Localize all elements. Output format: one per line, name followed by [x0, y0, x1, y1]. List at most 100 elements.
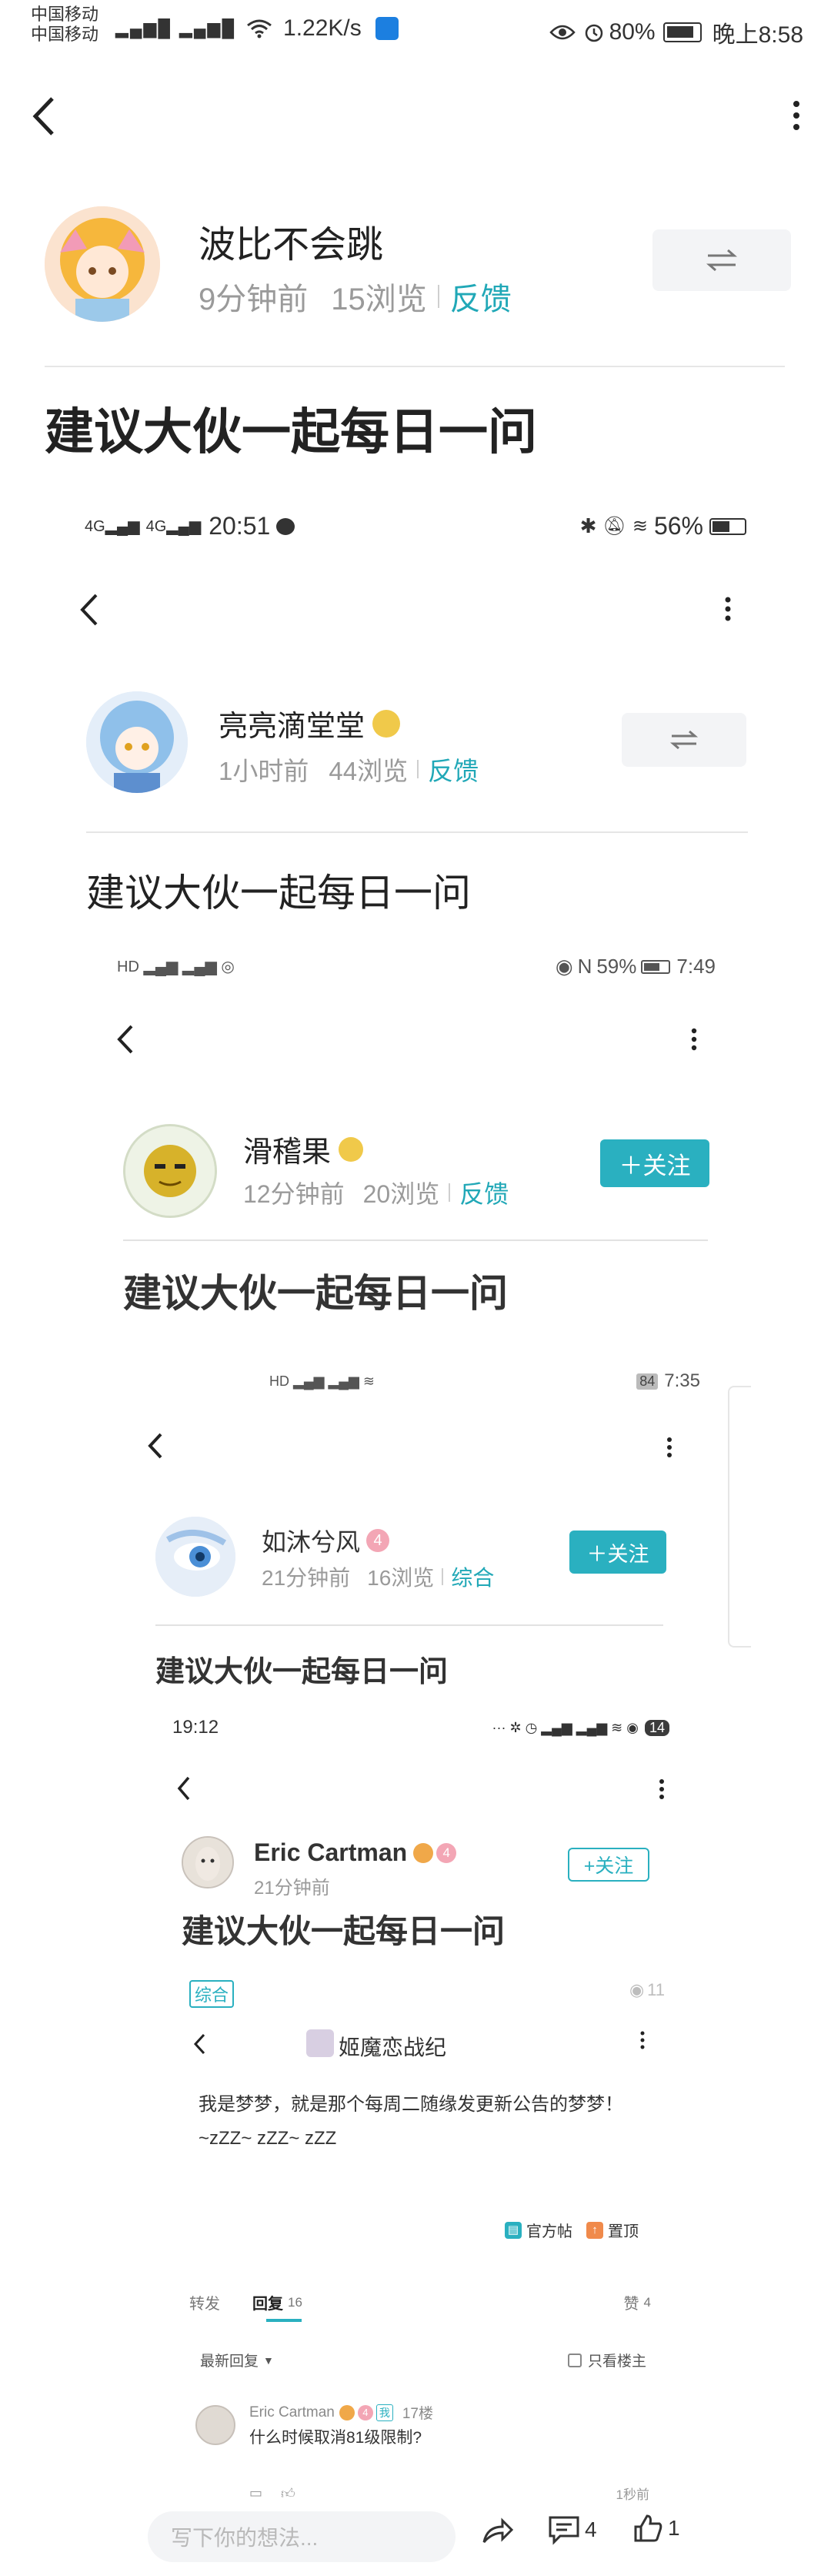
status-icons: ··· ✲ ◷ ▂▄▆ ▂▄▆ ≋ ◉ [492, 1719, 639, 1735]
back-button[interactable] [175, 1775, 192, 1802]
reply-icon[interactable]: ▭ [249, 2485, 262, 2501]
comment-composer: 写下你的想法... 4 1 [0, 2502, 831, 2576]
clock: 晚上8:58 [712, 22, 803, 48]
sort-dropdown[interactable]: 最新回复 ▼ [200, 2350, 274, 2370]
floor-number: 17楼 [402, 2406, 433, 2422]
tabs: 转发 回复 16 赞 4 [189, 2291, 651, 2313]
feedback-link[interactable]: 反馈 [428, 751, 479, 788]
inner-top-bar: 姬魔恋战纪 [177, 2017, 662, 2071]
follow-button[interactable]: +关注 [568, 1848, 649, 1882]
battery-icon [662, 22, 702, 42]
avatar[interactable] [182, 1836, 234, 1889]
time-ago: 21分钟前 [254, 1878, 330, 1899]
carrier-1: 中国移动 [31, 5, 99, 24]
official-icon: ▤ [505, 2221, 522, 2239]
level-badge: 4 [366, 1529, 390, 1552]
swap-icon [669, 730, 699, 750]
follow-button[interactable]: ＋关注 [569, 1531, 666, 1574]
tab-like[interactable]: 赞 4 [624, 2291, 651, 2313]
feedback-link[interactable]: 反馈 [450, 274, 512, 319]
tab-forward[interactable]: 转发 [189, 2291, 220, 2313]
feedback-link[interactable]: 反馈 [459, 1175, 509, 1210]
reply-filter: 最新回复 ▼ 只看楼主 [200, 2350, 646, 2370]
network-info: ▂▄▆█ ▂▄▆█ 1.22K/s [115, 15, 399, 42]
avatar[interactable] [195, 2405, 235, 2445]
category-tag[interactable]: 综合 [189, 1980, 235, 2008]
divider [86, 831, 748, 833]
network-speed: 1.22K/s [283, 15, 362, 41]
more-options-button[interactable] [793, 100, 800, 131]
follow-button[interactable]: ＋关注 [600, 1139, 709, 1187]
back-button[interactable] [31, 95, 57, 137]
author-name-text: Eric Cartman [254, 1838, 408, 1866]
pinned-badge: 置顶 [608, 2223, 639, 2240]
medal-icon [339, 1136, 364, 1162]
clock: 20:51 [209, 512, 271, 540]
tab-reply[interactable]: 回复 16 [252, 2291, 302, 2313]
battery-level: 14 [644, 1719, 669, 1736]
meta-divider [437, 285, 439, 308]
only-op-toggle[interactable]: 只看楼主 [567, 2350, 646, 2370]
medal-icon [413, 1842, 434, 1863]
divider [45, 366, 785, 367]
more-options-button[interactable] [725, 597, 731, 621]
status-bar: 19:12 ··· ✲ ◷ ▂▄▆ ▂▄▆ ≋ ◉ 14 [172, 1717, 669, 1738]
medal-icon [372, 709, 401, 738]
back-button[interactable] [78, 593, 100, 627]
status-right: 84 7:35 [636, 1370, 700, 1392]
more-options-button[interactable] [659, 1778, 665, 1800]
post-title: 建议大伙一起每日一问 [123, 1272, 508, 1315]
switch-button[interactable] [622, 713, 746, 767]
clock: 7:35 [664, 1370, 700, 1391]
app-notification-icon [375, 17, 399, 40]
share-button[interactable] [481, 2516, 515, 2547]
back-button[interactable] [192, 2032, 208, 2056]
author-name[interactable]: Eric Cartman 4 [254, 1838, 457, 1867]
post-meta: 21分钟前 16浏览 综合 [262, 1561, 494, 1592]
comment-action-icons: ▭ 👍︎ [249, 2485, 295, 2502]
post-body: 我是梦梦，就是那个每周二随缘发更新公告的梦梦！~zZZ~ zZZ~ zZZ [199, 2094, 623, 2149]
category-link[interactable]: 综合 [451, 1561, 494, 1592]
level-badge: 4 [357, 2404, 373, 2420]
author-name[interactable]: 亮亮滴堂堂 [219, 702, 401, 744]
back-button[interactable] [115, 1024, 135, 1055]
more-options-button[interactable] [640, 2031, 645, 2049]
like-count: 1 [668, 2516, 680, 2540]
tab-reply-label: 回复 [252, 2296, 283, 2313]
comment-author[interactable]: Eric Cartman 4 我 17楼 [249, 2402, 433, 2423]
tabs-left: 转发 回复 16 [189, 2291, 302, 2313]
comment-input[interactable]: 写下你的想法... [148, 2511, 456, 2562]
more-options-button[interactable] [691, 1028, 697, 1051]
avatar[interactable] [155, 1517, 235, 1597]
nfc-icon: N [577, 955, 592, 978]
meta-divider [442, 1568, 444, 1585]
more-options-button[interactable] [666, 1437, 672, 1458]
status-right: ··· ✲ ◷ ▂▄▆ ▂▄▆ ≋ ◉ 14 [492, 1719, 669, 1736]
switch-button[interactable] [652, 229, 791, 291]
author-name[interactable]: 波比不会跳 [199, 214, 383, 268]
comment-button[interactable]: 4 [548, 2514, 597, 2545]
author-name[interactable]: 滑稽果 [243, 1128, 364, 1170]
status-right: ◉ N 59% 7:49 [556, 955, 716, 979]
avatar[interactable] [123, 1124, 217, 1218]
like-icon[interactable]: 👍︎ [281, 2485, 295, 2502]
like-button[interactable]: 1 [632, 2513, 680, 2544]
avatar[interactable] [45, 206, 160, 322]
avatar[interactable] [86, 691, 188, 793]
chevron-down-icon: ▼ [263, 2354, 274, 2367]
clock: 7:49 [676, 955, 716, 978]
signal-icon: ▂▄▆█ [115, 18, 172, 38]
back-button[interactable] [146, 1432, 165, 1460]
battery-level: 84 [636, 1373, 659, 1390]
battery-percent: 56% [653, 512, 703, 540]
post-title: 建议大伙一起每日一问 [45, 404, 537, 460]
signal-icon: HD ▂▄▆ ▂▄▆ ◎ [117, 958, 235, 975]
level-badge: 4 [436, 1842, 457, 1863]
carrier-names: 中国移动 中国移动 [31, 5, 98, 45]
clock: 19:12 [172, 1717, 219, 1738]
alarm-icon [583, 22, 605, 43]
eye-icon: ◉ [555, 955, 573, 978]
author-name[interactable]: 如沐兮风 4 [262, 1523, 390, 1558]
post-meta: 12分钟前 20浏览 反馈 [243, 1175, 509, 1210]
time-ago: 9分钟前 [199, 283, 309, 316]
